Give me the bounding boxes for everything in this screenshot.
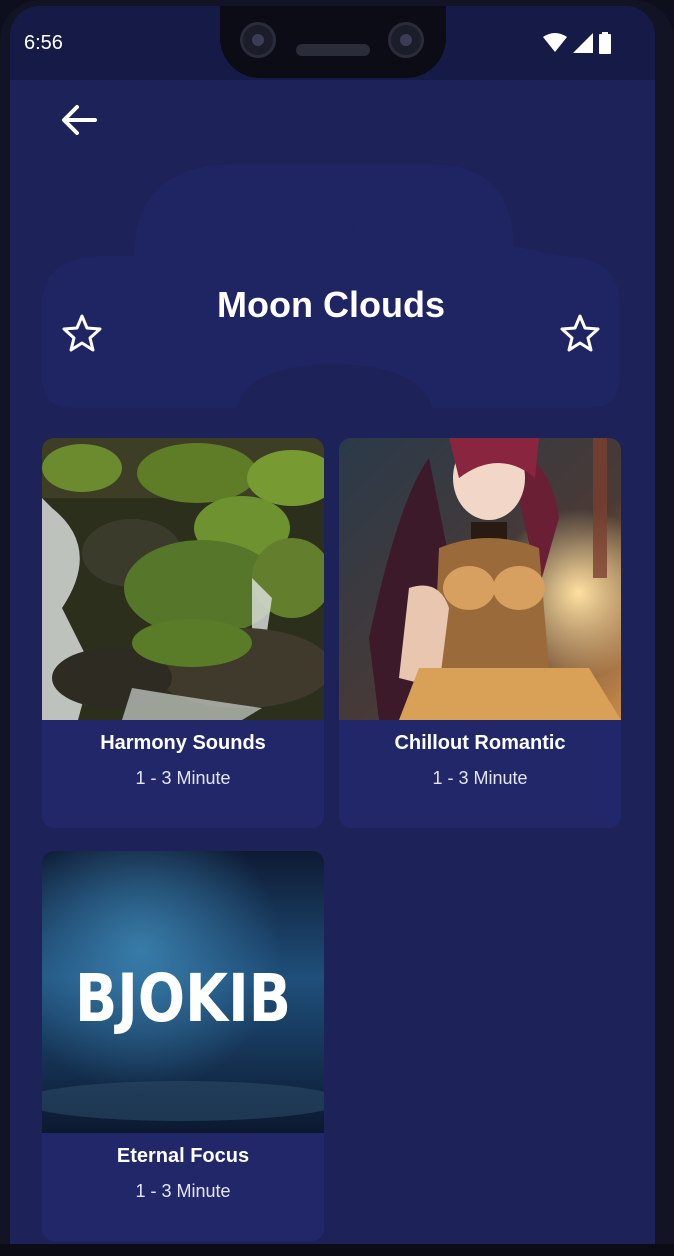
track-title: Eternal Focus xyxy=(116,1145,250,1167)
phone-frame: 6:56 Moon Clouds Harmony Sounds 1 - 3 Mi… xyxy=(0,0,674,1256)
track-duration: 1 - 3 Minute xyxy=(432,768,528,788)
star-outline-icon[interactable] xyxy=(62,314,102,352)
anime-girl-image xyxy=(339,438,621,720)
earpiece-speaker xyxy=(296,44,370,56)
track-card[interactable]: Harmony Sounds 1 - 3 Minute xyxy=(42,438,324,828)
track-duration: 1 - 3 Minute xyxy=(135,768,231,788)
camera-notch xyxy=(220,6,446,78)
track-card[interactable]: Chillout Romantic 1 - 3 Minute xyxy=(339,438,621,828)
status-icons xyxy=(543,32,611,54)
moon-icon xyxy=(320,184,362,246)
track-title: Harmony Sounds xyxy=(100,732,266,754)
track-card[interactable]: BJOKIB Eternal Focus 1 - 3 Minute xyxy=(42,851,324,1241)
status-time: 6:56 xyxy=(24,32,63,54)
bottom-bezel xyxy=(0,1244,674,1256)
track-title: Chillout Romantic xyxy=(394,732,566,754)
page-title: Moon Clouds xyxy=(217,284,445,325)
front-sensor xyxy=(388,22,424,58)
back-button[interactable] xyxy=(54,96,104,144)
mossy-waterfall-image xyxy=(42,438,324,720)
battery-icon xyxy=(599,32,611,54)
signal-icon xyxy=(573,33,593,53)
bjokib-night-image: BJOKIB xyxy=(42,851,324,1133)
bjokib-logo-text: BJOKIB xyxy=(75,960,291,1037)
track-duration: 1 - 3 Minute xyxy=(135,1181,231,1201)
star-outline-icon[interactable] xyxy=(560,314,600,352)
category-header: Moon Clouds xyxy=(42,156,620,408)
arrow-left-icon xyxy=(62,105,97,135)
front-camera xyxy=(240,22,276,58)
app-screen: 6:56 Moon Clouds Harmony Sounds 1 - 3 Mi… xyxy=(10,6,655,1244)
wifi-icon xyxy=(543,33,567,52)
